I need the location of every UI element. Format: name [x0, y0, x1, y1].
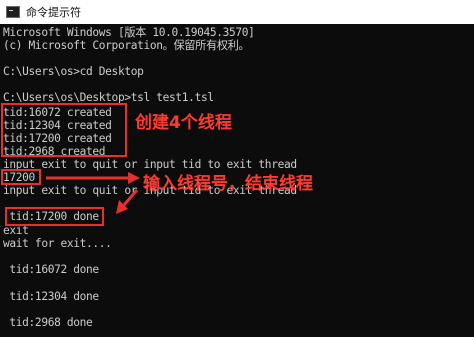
- command-prompt-window: 命令提示符 Microsoft Windows [版本 10.0.19045.3…: [0, 0, 474, 337]
- arrow-right-icon: [46, 172, 140, 184]
- title-bar: 命令提示符: [0, 0, 474, 24]
- arrow-down-left-icon: [116, 189, 139, 214]
- annotation-arrows: [46, 172, 140, 214]
- console-output[interactable]: Microsoft Windows [版本 10.0.19045.3570] (…: [0, 24, 474, 337]
- console-icon: [6, 6, 20, 18]
- window-title: 命令提示符: [26, 6, 81, 19]
